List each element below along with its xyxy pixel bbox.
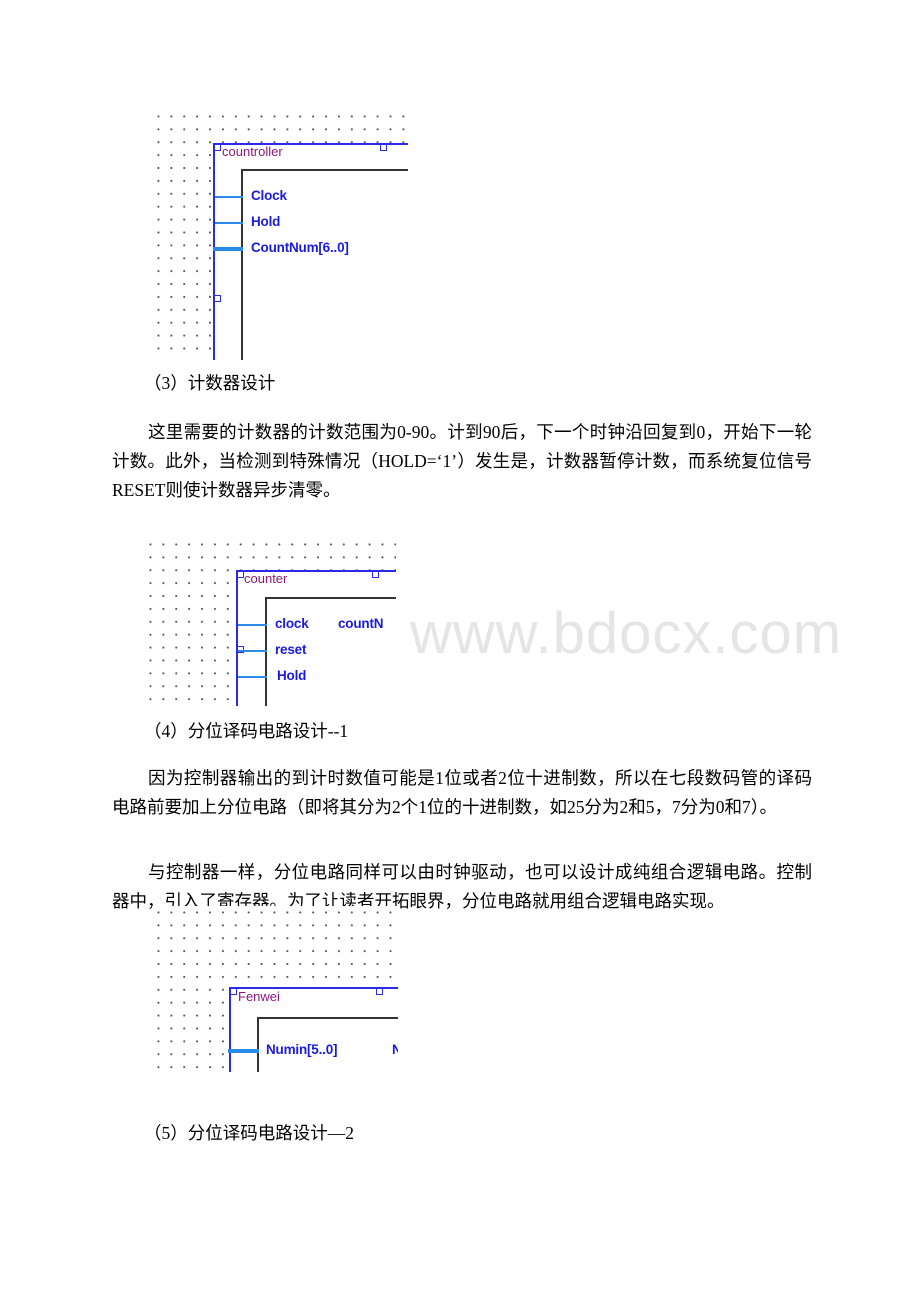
port-hold: Hold [251,214,281,229]
reset-wire [238,650,267,652]
symbol-title: counter [244,571,288,586]
top-handle [380,144,387,151]
port-hold: Hold [277,668,307,683]
section-5-heading: （5）分位译码电路设计—2 [144,1123,354,1143]
section-3-heading: （3）计数器设计 [144,373,276,393]
port-clock: Clock [251,188,287,203]
hold-wire [238,676,267,678]
section-3-paragraph: 这里需要的计数器的计数范围为0-90。计到90后，下一个时钟沿回复到0，开始下一… [112,422,812,500]
hold-wire [215,222,243,224]
controller-schematic: countroller Clock Hold CountNum[6..0] [152,110,408,360]
port-output-partial: N [392,1042,398,1057]
clock-wire [215,196,243,198]
port-reset: reset [275,642,307,657]
corner-handle [230,988,237,995]
left-handle [214,295,221,302]
clock-wire [238,624,267,626]
symbol-title: countroller [222,144,283,159]
corner-handle [237,571,244,578]
port-countn: countN [338,616,384,631]
port-clock: clock [275,616,309,631]
section-4-heading: （4）分位译码电路设计--1 [144,721,349,741]
port-countnum: CountNum[6..0] [251,240,349,255]
port-numin: Numin[5..0] [266,1042,338,1057]
watermark: www.bdocx.com [410,601,843,666]
top-handle [372,571,379,578]
section-4-paragraph-1: 因为控制器输出的到计时数值可能是1位或者2位十进制数，所以在七段数码管的译码电路… [112,768,812,817]
numin-bus [228,1049,259,1053]
counter-schematic: counter clock countN reset Hold [144,538,396,706]
symbol-title: Fenwei [238,989,280,1004]
top-handle [376,988,383,995]
fenwei-schematic: Fenwei Numin[5..0] N [152,906,398,1072]
corner-handle [214,144,221,151]
countnum-bus [213,247,243,251]
